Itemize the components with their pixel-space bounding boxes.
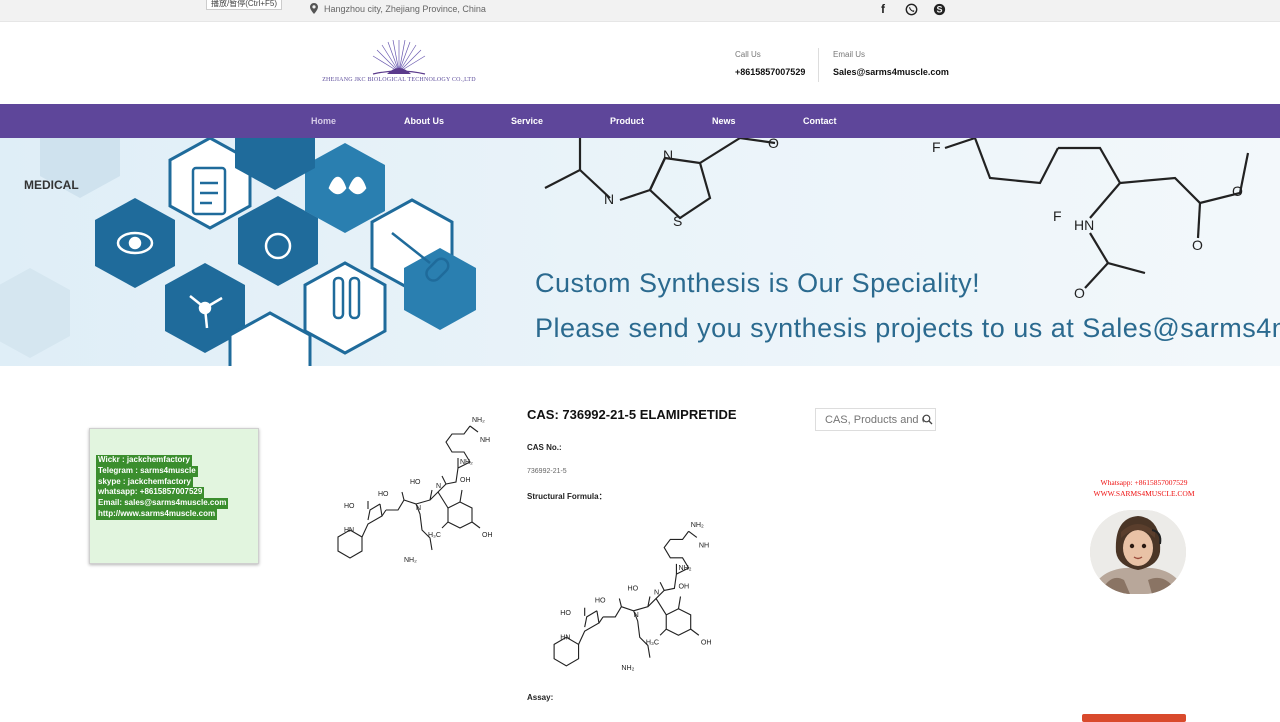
hero-banner: N N S O F F HN O O O MEDICAL Custom Synt… xyxy=(0,138,1280,366)
social-links: f S xyxy=(876,2,946,16)
label-n-1: N xyxy=(436,483,441,490)
logo-text: ZHEJIANG JKC BIOLOGICAL TECHNOLOGY CO.,L… xyxy=(322,77,476,83)
formula-label-oh-2: OH xyxy=(701,638,712,646)
skype-icon[interactable]: S xyxy=(932,2,946,16)
formula-label-nh2-top: NH₂ xyxy=(691,521,704,529)
nav-service[interactable]: Service xyxy=(511,116,543,126)
svg-text:F: F xyxy=(932,139,941,155)
svg-text:S: S xyxy=(673,213,682,229)
contact-divider xyxy=(818,48,819,82)
main-nav: Home About Us Service Product News Conta… xyxy=(0,104,1280,138)
call-number[interactable]: +8615857007529 xyxy=(735,67,805,77)
formula-label-n-1: N xyxy=(654,588,659,596)
contact-info-wickr: Wickr : jackchemfactory xyxy=(96,455,192,466)
call-label: Call Us xyxy=(735,50,761,59)
sunburst-logo-icon xyxy=(372,40,426,75)
nav-news[interactable]: News xyxy=(712,116,736,126)
formula-label-hn: HN xyxy=(560,633,570,641)
site-header: ZHEJIANG JKC BIOLOGICAL TECHNOLOGY CO.,L… xyxy=(0,22,1280,104)
svg-text:O: O xyxy=(1074,285,1085,301)
location-text: Hangzhou city, Zhejiang Province, China xyxy=(324,3,486,14)
label-h3c: H₃C xyxy=(428,532,441,539)
contact-info-list: Wickr : jackchemfactory Telegram : sarms… xyxy=(96,455,229,520)
call-us: Call Us +8615857007529 xyxy=(735,50,805,77)
label-nh: NH xyxy=(480,437,490,444)
media-tooltip: 播放/暂停(Ctrl+F5) xyxy=(206,0,282,10)
banner-subline: Please send you synthesis projects to us… xyxy=(535,313,1280,343)
formula-label-ho-2: HO xyxy=(595,597,606,605)
search-input[interactable] xyxy=(816,409,924,430)
svg-text:N: N xyxy=(663,147,673,163)
svg-text:F: F xyxy=(1053,208,1062,224)
svg-text:HN: HN xyxy=(1074,217,1094,233)
hexagon-grid xyxy=(0,138,476,366)
formula-label-n-2: N xyxy=(634,611,639,619)
svg-text:O: O xyxy=(768,138,779,151)
structural-formula-label: Structural Formula： xyxy=(527,492,607,501)
formula-label-oh: OH xyxy=(678,582,689,590)
label-hn: HN xyxy=(344,527,354,534)
product-title: CAS: 736992-21-5 ELAMIPRETIDE xyxy=(527,407,737,422)
contact-info-whatsapp: whatsapp: +8615857007529 xyxy=(96,487,205,499)
label-oh: OH xyxy=(460,477,471,484)
email-label: Email Us xyxy=(833,50,866,59)
label-nh2-top: NH₂ xyxy=(472,417,485,424)
svg-text:N: N xyxy=(604,191,614,207)
label-ho-3: HO xyxy=(344,503,355,510)
svg-text:O: O xyxy=(1232,183,1243,199)
label-n-2: N xyxy=(416,505,421,512)
nav-about-us[interactable]: About Us xyxy=(404,116,444,126)
cas-value: 736992-21-5 xyxy=(527,468,567,475)
facebook-icon[interactable]: f xyxy=(876,2,890,16)
formula-label-ho-3: HO xyxy=(560,609,571,617)
formula-label-h3c: H₃C xyxy=(646,638,659,646)
whatsapp-widget-number[interactable]: Whatsapp: +8615857007529 xyxy=(1084,478,1204,487)
formula-label-nh: NH xyxy=(699,542,709,550)
svg-text:S: S xyxy=(936,4,942,14)
structural-formula-image: NH₂ NH NH₂ OH HO HO HO N N HN H₃C OH NH₂ xyxy=(553,521,712,672)
banner-headline: Custom Synthesis is Our Speciality! xyxy=(535,268,981,298)
avatar-portrait xyxy=(1090,510,1186,594)
contact-info-website: http://www.sarms4muscle.com xyxy=(96,508,218,520)
label-nh2-bottom: NH₂ xyxy=(404,557,417,564)
svg-text:O: O xyxy=(1192,237,1203,253)
assay-label: Assay: xyxy=(527,693,554,702)
chat-widget-tab[interactable] xyxy=(1082,714,1186,722)
product-search xyxy=(815,408,936,431)
label-ho-1: HO xyxy=(410,479,421,486)
nav-product[interactable]: Product xyxy=(610,116,644,126)
nav-home[interactable]: Home xyxy=(311,116,336,126)
cas-label: CAS No.: xyxy=(527,443,562,452)
search-icon[interactable] xyxy=(922,414,933,425)
label-oh-2: OH xyxy=(482,532,493,539)
formula-label-nh2-mid: NH₂ xyxy=(678,564,691,572)
contact-info-box: Wickr : jackchemfactory Telegram : sarms… xyxy=(89,428,259,564)
label-nh2-mid: NH₂ xyxy=(460,459,473,466)
contact-info-skype: skype : jackchemfactory xyxy=(96,476,193,488)
location-pin-icon xyxy=(310,3,318,14)
location: Hangzhou city, Zhejiang Province, China xyxy=(310,3,486,14)
email-address[interactable]: Sales@sarms4muscle.com xyxy=(833,67,949,77)
email-us: Email Us Sales@sarms4muscle.com xyxy=(833,50,949,77)
whatsapp-widget-site[interactable]: WWW.SARMS4MUSCLE.COM xyxy=(1084,489,1204,498)
molecule-structures xyxy=(544,138,1250,289)
product-structure-image: NH₂ NH NH₂ OH HO HO HO N N HN H₃C OH NH₂ xyxy=(337,417,493,564)
whatsapp-icon[interactable] xyxy=(904,2,918,16)
contact-info-email: Email: sales@sarms4muscle.com xyxy=(96,498,229,509)
formula-label-ho-1: HO xyxy=(628,584,639,592)
nav-contact[interactable]: Contact xyxy=(803,116,837,126)
banner-medical-label: MEDICAL xyxy=(24,178,79,192)
formula-label-nh2-bottom: NH₂ xyxy=(621,664,634,672)
company-logo[interactable]: ZHEJIANG JKC BIOLOGICAL TECHNOLOGY CO.,L… xyxy=(313,40,485,86)
label-ho-2: HO xyxy=(378,491,389,498)
support-avatar[interactable] xyxy=(1090,510,1186,594)
contact-info-telegram: Telegram : sarms4muscle xyxy=(96,465,198,477)
top-bar: 播放/暂停(Ctrl+F5) Hangzhou city, Zhejiang P… xyxy=(0,0,1280,22)
